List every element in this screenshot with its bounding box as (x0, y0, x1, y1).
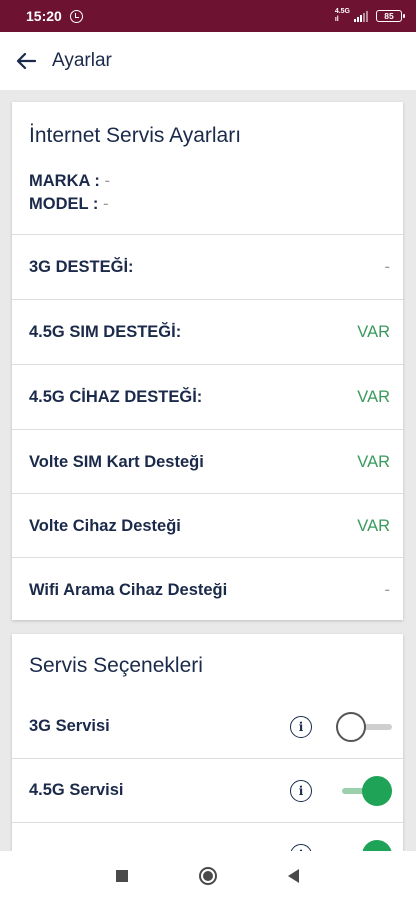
service-options-title: Servis Seçenekleri (29, 654, 203, 677)
battery-level: 85 (384, 11, 394, 21)
device-info: MARKA : - MODEL : - (29, 170, 110, 216)
row-label: Wifi Arama Cihaz Desteği (29, 580, 228, 599)
row-label: 3G DESTEĞİ: (29, 257, 134, 276)
info-icon[interactable]: i (290, 715, 312, 738)
row-value: - (384, 257, 391, 276)
app-bar: Ayarlar (0, 32, 416, 90)
brand-line: MARKA : - (29, 170, 110, 193)
status-indicators: 4.5G ıl 85 (335, 8, 405, 24)
home-circle-icon (199, 867, 217, 885)
row-value: VAR (357, 322, 390, 341)
signal-icon (354, 10, 368, 22)
back-nav-button[interactable] (278, 861, 308, 891)
page-title: Ayarlar (52, 50, 112, 71)
recents-button[interactable] (107, 861, 137, 891)
model-value: - (102, 195, 109, 213)
row-label: 4.5G SIM DESTEĞİ: (29, 322, 182, 341)
status-bar: 15:20 4.5G ıl 85 (0, 0, 416, 32)
service-toggle-3g[interactable] (336, 711, 392, 742)
model-label: MODEL : (29, 195, 99, 213)
row-value: VAR (357, 452, 390, 471)
support-row-3g: 3G DESTEĞİ: - (12, 234, 403, 299)
support-row-45g-sim: 4.5G SIM DESTEĞİ: VAR (12, 299, 403, 364)
network-type-label: 4.5G ıl (335, 8, 350, 24)
support-row-wifi-calling: Wifi Arama Cihaz Desteği - (12, 557, 403, 622)
back-triangle-icon (288, 869, 299, 883)
row-label: Volte Cihaz Desteği (29, 516, 181, 535)
status-time: 15:20 (26, 8, 62, 24)
service-options-card: Servis Seçenekleri 3G Servisi i 4.5G Ser… (12, 634, 403, 870)
battery-icon: 85 (376, 10, 405, 22)
support-row-volte-device: Volte Cihaz Desteği VAR (12, 493, 403, 558)
service-row-45g: 4.5G Servisi i (12, 759, 403, 823)
model-line: MODEL : - (29, 193, 110, 216)
brand-value: - (104, 172, 110, 190)
row-label: Volte SIM Kart Desteği (29, 452, 204, 471)
internet-settings-card: İnternet Servis Ayarları MARKA : - MODEL… (12, 102, 403, 620)
network-subtext: ıl (334, 16, 339, 23)
internet-settings-title: İnternet Servis Ayarları (29, 124, 242, 147)
home-button[interactable] (193, 861, 223, 891)
support-row-volte-sim: Volte SIM Kart Desteği VAR (12, 429, 403, 494)
brand-label: MARKA : (29, 172, 100, 190)
service-label: 4.5G Servisi (29, 781, 124, 799)
info-icon[interactable]: i (290, 779, 312, 802)
row-value: VAR (357, 516, 390, 535)
network-type: 4.5G (334, 8, 350, 15)
service-toggle-45g[interactable] (336, 775, 392, 806)
alarm-icon (69, 9, 83, 23)
recents-square-icon (116, 870, 128, 882)
back-arrow-icon (16, 52, 36, 70)
system-nav-bar (0, 851, 416, 900)
row-value: - (384, 580, 391, 599)
row-label: 4.5G CİHAZ DESTEĞİ: (29, 387, 203, 406)
service-row-3g: 3G Servisi i (12, 695, 403, 759)
row-value: VAR (357, 387, 390, 406)
support-row-45g-device: 4.5G CİHAZ DESTEĞİ: VAR (12, 364, 403, 429)
back-button[interactable] (0, 32, 52, 90)
service-label: 3G Servisi (29, 717, 110, 735)
